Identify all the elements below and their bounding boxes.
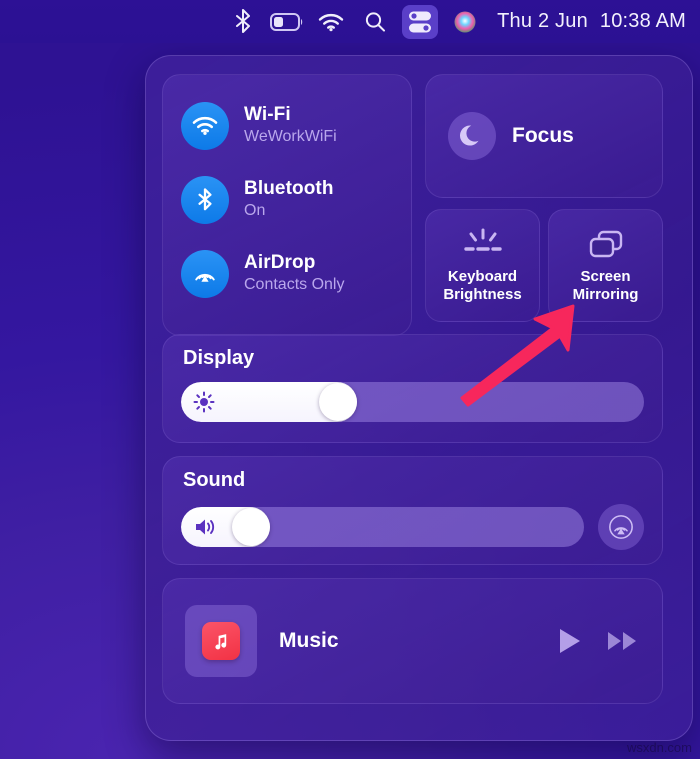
music-module: Music xyxy=(162,578,663,704)
menu-bar: Thu 2 Jun 10:38 AM xyxy=(0,0,700,43)
battery-glyph xyxy=(270,12,303,31)
music-note-glyph xyxy=(215,634,227,650)
connectivity-module: Wi-Fi WeWorkWiFi Bluetooth On AirDrop Co… xyxy=(162,74,412,336)
control-center-panel: Wi-Fi WeWorkWiFi Bluetooth On AirDrop Co… xyxy=(145,55,693,741)
bluetooth-icon[interactable] xyxy=(181,176,229,224)
screen-mirroring-tile[interactable]: Screen Mirroring xyxy=(548,209,663,322)
airplay-audio-glyph xyxy=(609,515,633,539)
siri-orb-glyph xyxy=(454,11,476,32)
fast-forward-glyph xyxy=(608,632,636,650)
menu-bar-time: 10:38 AM xyxy=(599,10,686,32)
crescent-moon-glyph xyxy=(460,125,479,146)
display-slider-row xyxy=(163,370,662,422)
fast-forward-icon[interactable] xyxy=(606,628,640,654)
sound-module: Sound xyxy=(162,456,663,565)
speaker-icon xyxy=(196,519,215,535)
connectivity-text-bluetooth: Bluetooth On xyxy=(244,178,334,222)
wifi-glyph xyxy=(318,13,344,31)
watermark: wsxdn.com xyxy=(626,740,692,755)
control-center-icon[interactable] xyxy=(402,4,439,39)
bluetooth-title: Bluetooth xyxy=(244,178,334,200)
screen-mirroring-glyph xyxy=(589,230,622,258)
play-icon[interactable] xyxy=(556,626,584,656)
airdrop-subtitle: Contacts Only xyxy=(244,276,345,294)
music-app-tile[interactable] xyxy=(185,605,257,677)
music-app-name: Music xyxy=(279,629,339,652)
connectivity-text-wifi: Wi-Fi WeWorkWiFi xyxy=(244,104,337,148)
airplay-audio-icon[interactable] xyxy=(598,504,644,550)
sound-title: Sound xyxy=(183,469,246,491)
connectivity-row-airdrop[interactable]: AirDrop Contacts Only xyxy=(163,237,411,311)
menu-bar-clock[interactable]: Thu 2 Jun 10:38 AM xyxy=(497,10,686,33)
bluetooth-icon[interactable] xyxy=(226,5,260,39)
search-icon[interactable] xyxy=(358,5,392,39)
wifi-glyph xyxy=(192,116,218,135)
control-center-toggles-glyph xyxy=(409,11,432,32)
keyboard-brightness-label-line2: Brightness xyxy=(443,285,522,303)
moon-icon xyxy=(448,112,496,160)
connectivity-text-airdrop: AirDrop Contacts Only xyxy=(244,252,344,296)
siri-icon[interactable] xyxy=(448,5,482,39)
sound-slider-knob[interactable] xyxy=(231,508,270,546)
brightness-sun-icon xyxy=(193,391,215,413)
play-glyph xyxy=(560,629,580,653)
menu-bar-date: Thu 2 Jun xyxy=(497,10,588,32)
display-title: Display xyxy=(183,347,255,369)
apple-music-icon xyxy=(202,622,240,660)
keyboard-brightness-icon xyxy=(458,228,508,262)
wifi-icon[interactable] xyxy=(181,102,229,150)
keyboard-brightness-glyph xyxy=(463,228,502,251)
airdrop-title: AirDrop xyxy=(244,252,316,274)
focus-label: Focus xyxy=(512,124,574,147)
battery-icon[interactable] xyxy=(270,5,304,39)
keyboard-brightness-label: Keyboard Brightness xyxy=(443,268,521,303)
connectivity-row-wifi[interactable]: Wi-Fi WeWorkWiFi xyxy=(163,89,411,163)
wifi-icon[interactable] xyxy=(314,5,348,39)
display-brightness-slider[interactable] xyxy=(181,382,644,422)
screen-mirroring-icon xyxy=(587,228,625,262)
connectivity-row-bluetooth[interactable]: Bluetooth On xyxy=(163,163,411,237)
bluetooth-subtitle: On xyxy=(244,202,266,220)
focus-module[interactable]: Focus xyxy=(425,74,663,198)
display-slider-knob[interactable] xyxy=(318,383,357,421)
music-controls xyxy=(556,626,640,656)
sound-slider-row xyxy=(163,492,662,550)
screen-mirroring-label-line1: Screen xyxy=(580,267,631,285)
screen-mirroring-label: Screen Mirroring xyxy=(573,268,639,303)
bluetooth-glyph xyxy=(198,188,212,211)
keyboard-brightness-tile[interactable]: Keyboard Brightness xyxy=(425,209,540,322)
keyboard-brightness-label-line1: Keyboard xyxy=(447,267,518,285)
airdrop-icon[interactable] xyxy=(181,250,229,298)
magnifier-glyph xyxy=(366,11,386,32)
screen-mirroring-label-line2: Mirroring xyxy=(572,285,639,303)
desktop-screen: Thu 2 Jun 10:38 AM Wi-Fi WeWorkWiFi Blue… xyxy=(0,0,700,759)
wifi-title: Wi-Fi xyxy=(244,104,291,126)
bluetooth-glyph xyxy=(236,8,251,33)
sound-volume-slider[interactable] xyxy=(181,507,584,547)
wifi-subtitle: WeWorkWiFi xyxy=(244,128,337,146)
airdrop-glyph xyxy=(195,273,215,282)
display-module: Display xyxy=(162,334,663,443)
